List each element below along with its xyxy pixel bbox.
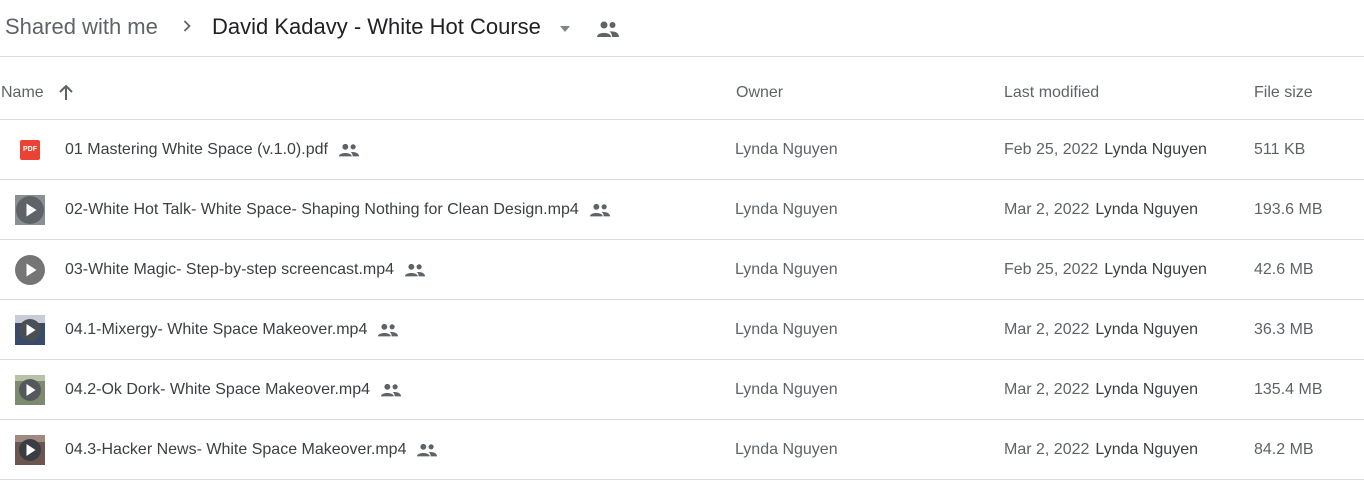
file-row[interactable]: 04.2-Ok Dork- White Space Makeover.mp4 L… [0,360,1364,420]
file-row[interactable]: PDF 01 Mastering White Space (v.1.0).pdf… [0,120,1364,180]
people-icon [404,263,426,277]
file-row[interactable]: 03-White Magic- Step-by-step screencast.… [0,240,1364,300]
video-play-icon [15,255,45,285]
people-icon [338,143,360,157]
modified-date: Mar 2, 2022 [1004,321,1090,338]
file-row[interactable]: 02-White Hot Talk- White Space- Shaping … [0,180,1364,240]
file-size: 135.4 MB [1254,381,1323,398]
column-header-owner[interactable]: Owner [736,84,783,102]
file-name: 03-White Magic- Step-by-step screencast.… [65,261,395,278]
file-size: 84.2 MB [1254,441,1314,458]
breadcrumb-shared-with-me[interactable]: Shared with me [5,14,158,40]
caret-down-icon[interactable] [557,24,573,34]
pdf-icon-label: PDF [20,140,40,160]
arrow-up-icon[interactable] [57,84,75,102]
file-name: 04.2-Ok Dork- White Space Makeover.mp4 [65,381,371,398]
column-header-name[interactable]: Name [1,84,44,102]
file-last-modified: Mar 2, 2022 Lynda Nguyen [1004,441,1198,459]
modified-date: Mar 2, 2022 [1004,441,1090,458]
modified-date: Feb 25, 2022 [1004,261,1099,278]
file-last-modified: Feb 25, 2022 Lynda Nguyen [1004,141,1207,159]
file-name-cell: 02-White Hot Talk- White Space- Shaping … [65,201,611,219]
video-play-icon [15,195,45,225]
file-name: 02-White Hot Talk- White Space- Shaping … [65,201,579,218]
modified-by: Lynda Nguyen [1104,261,1207,278]
file-last-modified: Mar 2, 2022 Lynda Nguyen [1004,321,1198,339]
modified-date: Mar 2, 2022 [1004,201,1090,218]
chevron-right-icon [183,20,191,32]
file-owner: Lynda Nguyen [735,381,838,398]
file-name-cell: 04.2-Ok Dork- White Space Makeover.mp4 [65,381,402,399]
file-last-modified: Mar 2, 2022 Lynda Nguyen [1004,381,1198,399]
file-name-cell: 01 Mastering White Space (v.1.0).pdf [65,141,360,159]
breadcrumb: Shared with me David Kadavy - White Hot … [0,0,1364,57]
file-name-cell: 04.3-Hacker News- White Space Makeover.m… [65,441,438,459]
people-icon [378,323,399,337]
video-play-icon [15,375,45,405]
people-icon [417,443,438,457]
pdf-icon: PDF [15,135,45,165]
video-play-icon [15,315,45,345]
file-owner: Lynda Nguyen [735,201,838,218]
people-icon [589,203,610,217]
file-name-cell: 03-White Magic- Step-by-step screencast.… [65,261,426,279]
modified-date: Mar 2, 2022 [1004,381,1090,398]
file-name-cell: 04.1-Mixergy- White Space Makeover.mp4 [65,321,399,339]
file-list-header: Name Owner Last modified File size [0,57,1364,120]
breadcrumb-current-folder[interactable]: David Kadavy - White Hot Course [212,14,541,40]
file-name: 01 Mastering White Space (v.1.0).pdf [65,141,328,158]
modified-by: Lynda Nguyen [1104,141,1207,158]
modified-by: Lynda Nguyen [1095,441,1198,458]
file-size: 42.6 MB [1254,261,1314,278]
file-size: 36.3 MB [1254,321,1314,338]
file-last-modified: Feb 25, 2022 Lynda Nguyen [1004,261,1207,279]
file-owner: Lynda Nguyen [735,441,838,458]
file-owner: Lynda Nguyen [735,321,838,338]
file-owner: Lynda Nguyen [735,141,838,158]
modified-by: Lynda Nguyen [1095,321,1198,338]
modified-by: Lynda Nguyen [1095,381,1198,398]
file-row[interactable]: 04.1-Mixergy- White Space Makeover.mp4 L… [0,300,1364,360]
file-size: 511 KB [1254,141,1306,158]
people-icon[interactable] [596,19,620,39]
people-icon [380,383,402,397]
video-play-icon [15,435,45,465]
file-name: 04.3-Hacker News- White Space Makeover.m… [65,441,407,458]
file-owner: Lynda Nguyen [735,261,838,278]
file-last-modified: Mar 2, 2022 Lynda Nguyen [1004,201,1198,219]
column-header-last-modified[interactable]: Last modified [1004,84,1099,102]
file-size: 193.6 MB [1254,201,1323,218]
column-header-file-size[interactable]: File size [1254,84,1313,102]
modified-date: Feb 25, 2022 [1004,141,1099,158]
file-name: 04.1-Mixergy- White Space Makeover.mp4 [65,321,368,338]
modified-by: Lynda Nguyen [1095,201,1198,218]
file-row[interactable]: 04.3-Hacker News- White Space Makeover.m… [0,420,1364,480]
